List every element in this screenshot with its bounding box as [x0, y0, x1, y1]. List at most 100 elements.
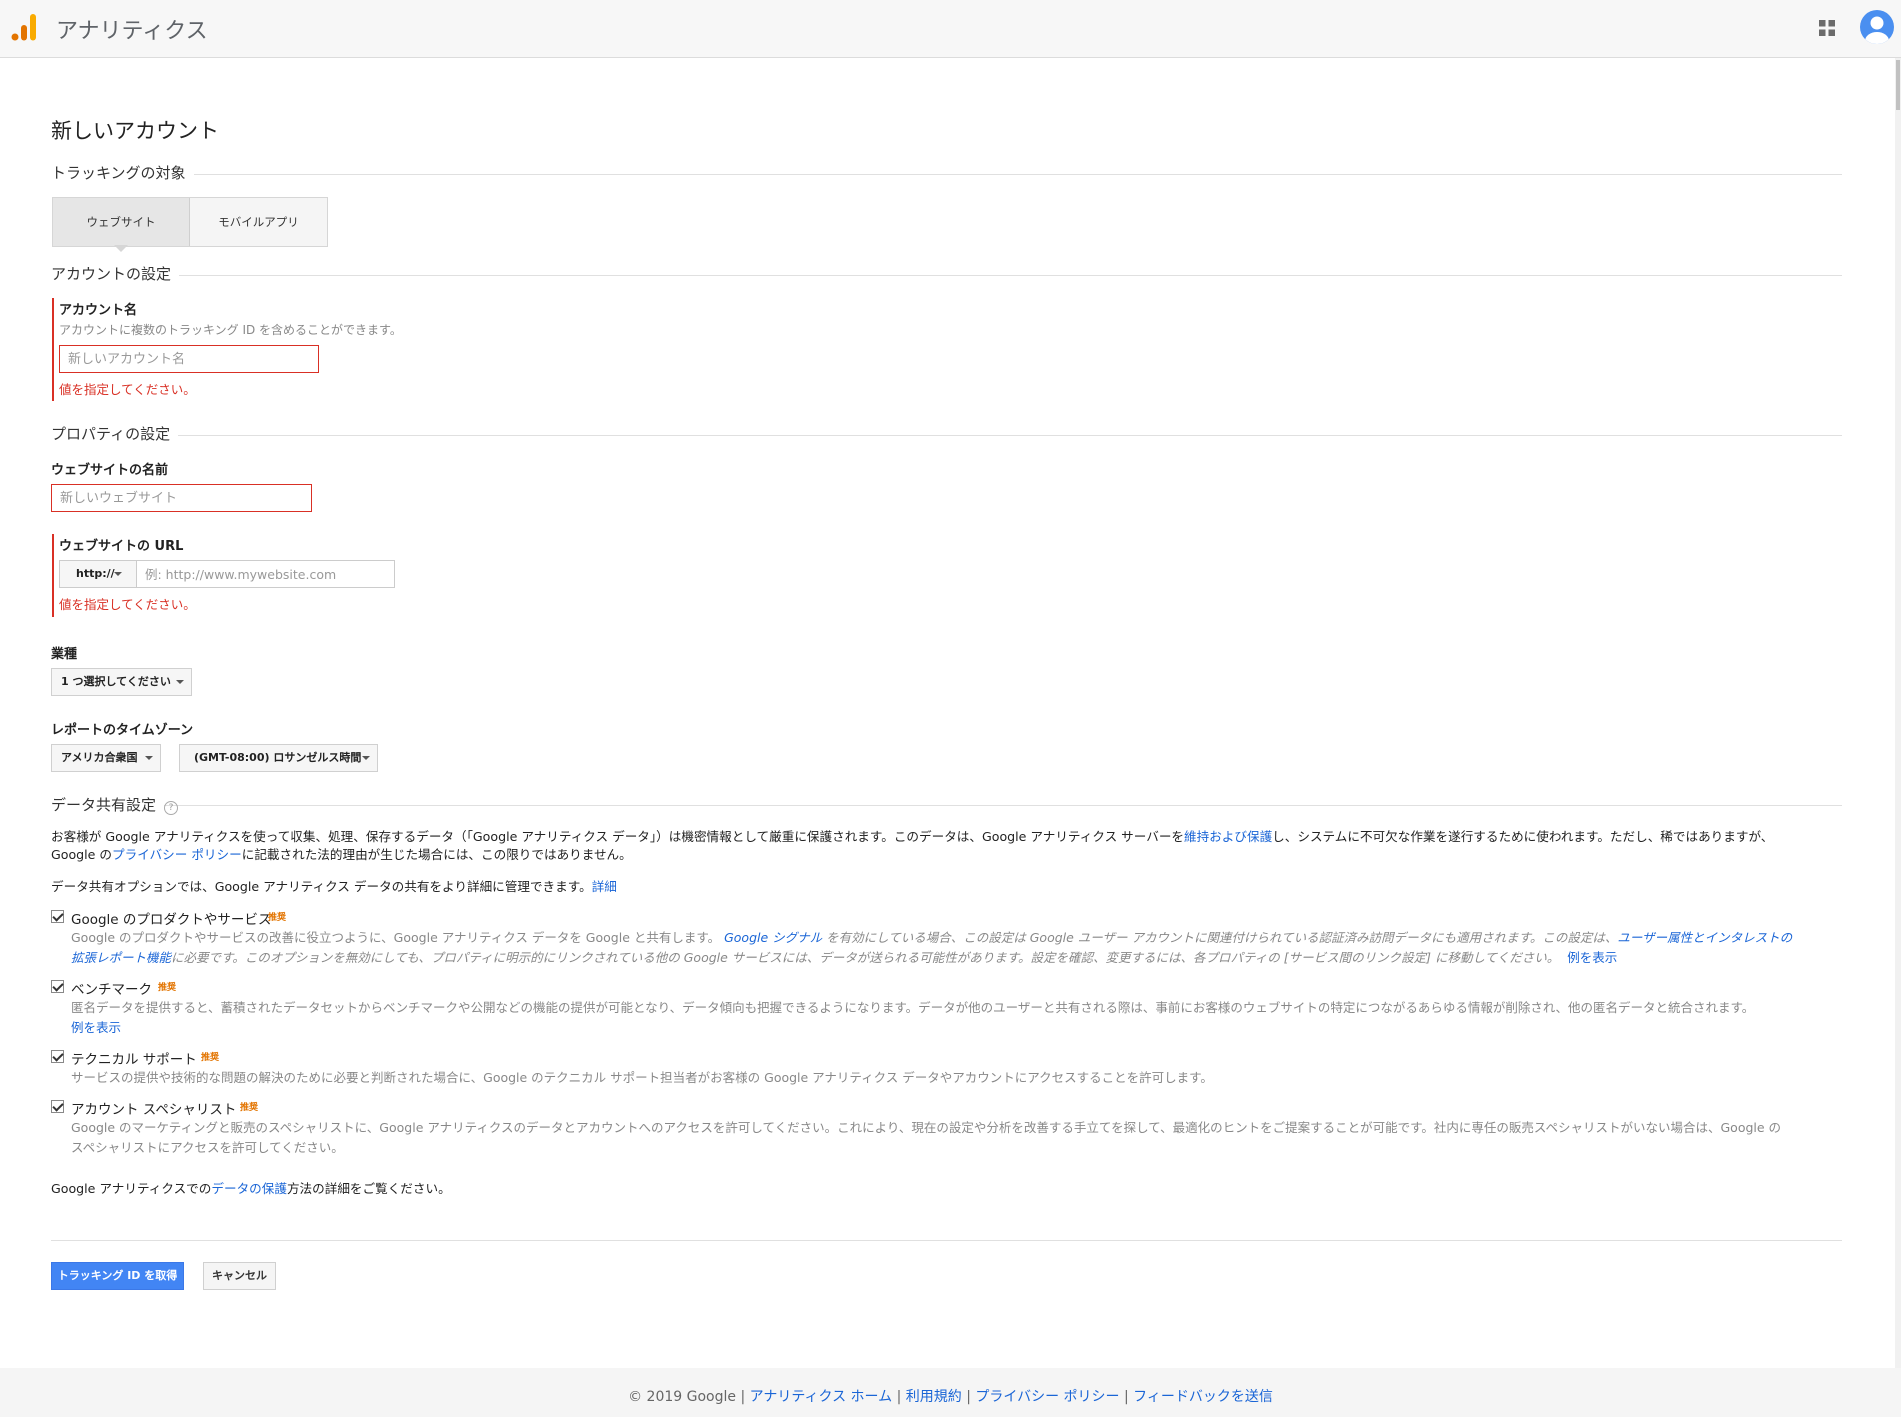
account-name-label: アカウント名	[59, 303, 138, 318]
footer-link-feedback[interactable]: フィードバックを送信	[1133, 1389, 1273, 1405]
chevron-down-icon	[176, 680, 184, 684]
option-desc: Google のマーケティングと販売のスペシャリストに、Google アナリティ…	[71, 1120, 1782, 1135]
show-example-link[interactable]: 例を表示	[71, 1020, 121, 1035]
option-desc: を有効にしている場合、この設定は Google ユーザー アカウントに関連付けら…	[826, 930, 1618, 945]
account-specialist-description: Google のマーケティングと販売のスペシャリストに、Google アナリティ…	[71, 1118, 1846, 1158]
google-signals-link[interactable]: Google シグナル	[724, 930, 822, 945]
url-protocol-value: http://	[76, 567, 115, 580]
get-tracking-id-button[interactable]: トラッキング ID を取得	[51, 1262, 184, 1290]
error-indicator-bar	[52, 534, 54, 617]
account-name-error: 値を指定してください。	[59, 382, 196, 397]
industry-value: 1 つ選択してください	[61, 675, 171, 688]
industry-label: 業種	[51, 647, 78, 662]
intro-text: に記載された法的理由が生じた場合には、この限りではありません。	[241, 847, 632, 862]
app-title: アナリティクス	[56, 19, 208, 44]
page-scrollbar[interactable]	[1895, 58, 1901, 1368]
error-indicator-bar	[52, 298, 54, 401]
data-protection-note: Google アナリティクスでのデータの保護方法の詳細をご覧ください。	[51, 1180, 1851, 1198]
country-value: アメリカ合衆国	[61, 751, 138, 764]
google-products-description: Google のプロダクトやサービスの改善に役立つように、Google アナリテ…	[71, 928, 1846, 968]
timezone-dropdown[interactable]: (GMT-08:00) ロサンゼルス時間	[179, 744, 378, 772]
section-divider	[51, 805, 1842, 806]
footer-link-terms[interactable]: 利用規約	[906, 1389, 962, 1405]
option-desc: 匿名データを提供すると、蓄積されたデータセットからベンチマークや公開などの機能の…	[71, 1000, 1755, 1015]
technical-support-checkbox[interactable]	[51, 1050, 64, 1063]
note-text: 方法の詳細をご覧ください。	[286, 1181, 451, 1196]
sharing-options-text: データ共有オプションでは、Google アナリティクス データの共有をより詳細に…	[51, 878, 1851, 896]
account-specialist-title: アカウント スペシャリスト	[71, 1102, 237, 1118]
page-title: 新しいアカウント	[51, 119, 219, 143]
benchmark-checkbox[interactable]	[51, 980, 64, 993]
details-link[interactable]: 詳細	[592, 879, 617, 894]
options-text: データ共有オプションでは、Google アナリティクス データの共有をより詳細に…	[51, 879, 592, 894]
cancel-button[interactable]: キャンセル	[203, 1262, 276, 1290]
footer-link-analytics-home[interactable]: アナリティクス ホーム	[750, 1389, 893, 1405]
analytics-logo-icon	[11, 14, 36, 41]
separator: |	[740, 1389, 750, 1405]
recommended-badge: 推奨	[201, 1053, 220, 1063]
technical-support-description: サービスの提供や技術的な問題の解決のために必要と判断された場合に、Google …	[71, 1070, 1213, 1085]
note-text: Google アナリティクスでの	[51, 1181, 212, 1196]
site-url-field: http://	[59, 560, 395, 588]
help-icon[interactable]: ?	[164, 801, 178, 815]
maintain-protect-link[interactable]: 維持および保護	[1184, 829, 1272, 844]
account-avatar-icon[interactable]	[1860, 10, 1894, 44]
timezone-label: レポートのタイムゾーン	[51, 723, 194, 738]
google-products-checkbox[interactable]	[51, 910, 64, 923]
site-name-label: ウェブサイトの名前	[51, 463, 169, 478]
scrollbar-thumb[interactable]	[1896, 60, 1900, 110]
site-url-error: 値を指定してください。	[59, 597, 196, 612]
chevron-down-icon	[145, 756, 153, 760]
data-sharing-heading: データ共有設定	[51, 794, 165, 815]
site-url-label: ウェブサイトの URL	[59, 539, 184, 554]
selected-tab-pointer	[114, 245, 128, 252]
data-protection-link[interactable]: データの保護	[211, 1181, 287, 1196]
benchmark-title: ベンチマーク	[71, 982, 152, 998]
intro-text: Google の	[51, 847, 113, 862]
option-desc: に必要です。このオプションを無効にしても、プロパティに明示的にリンクされている他…	[171, 950, 1560, 965]
account-name-hint: アカウントに複数のトラッキング ID を含めることができます。	[59, 323, 402, 337]
site-url-input[interactable]	[138, 561, 394, 587]
tracking-target-toggle: ウェブサイト モバイルアプリ	[52, 197, 328, 247]
recommended-badge: 推奨	[158, 983, 177, 993]
separator: |	[1124, 1389, 1134, 1405]
timezone-value: (GMT-08:00) ロサンゼルス時間	[194, 751, 362, 764]
intro-text: し、システムに不可欠な作業を遂行するために使われます。ただし、稀ではありますが、	[1272, 829, 1774, 844]
property-settings-heading: プロパティの設定	[51, 423, 179, 444]
privacy-policy-link[interactable]: プライバシー ポリシー	[112, 847, 242, 862]
site-name-input[interactable]	[51, 484, 312, 512]
option-desc: スペシャリストにアクセスを許可してください。	[71, 1140, 344, 1155]
footer-link-privacy[interactable]: プライバシー ポリシー	[975, 1389, 1119, 1405]
copyright-text: © 2019 Google	[628, 1389, 736, 1405]
grid-apps-icon[interactable]	[1818, 19, 1836, 37]
tracking-target-heading: トラッキングの対象	[51, 162, 194, 183]
intro-text: お客様が Google アナリティクスを使って収集、処理、保存するデータ（「Go…	[51, 829, 1185, 844]
separator: |	[896, 1389, 906, 1405]
data-protection-intro: お客様が Google アナリティクスを使って収集、処理、保存するデータ（「Go…	[51, 828, 1851, 864]
recommended-badge: 推奨	[268, 913, 287, 923]
technical-support-title: テクニカル サポート	[71, 1052, 197, 1068]
url-protocol-dropdown[interactable]: http://	[60, 561, 137, 587]
google-products-title: Google のプロダクトやサービス	[71, 912, 272, 928]
footer: © 2019 Google | アナリティクス ホーム | 利用規約 | プライ…	[0, 1368, 1901, 1417]
top-app-bar: アナリティクス	[0, 0, 1901, 58]
industry-dropdown[interactable]: 1 つ選択してください	[51, 668, 192, 696]
recommended-badge: 推奨	[240, 1103, 259, 1113]
demographics-link[interactable]: ユーザー属性とインタレストの	[1617, 930, 1792, 945]
section-divider	[51, 435, 1842, 436]
section-divider	[51, 1240, 1842, 1241]
show-example-link[interactable]: 例を表示	[1567, 950, 1617, 965]
option-desc: Google のプロダクトやサービスの改善に役立つように、Google アナリテ…	[71, 930, 721, 945]
account-specialist-checkbox[interactable]	[51, 1100, 64, 1113]
chevron-down-icon	[362, 756, 370, 760]
advanced-reports-link[interactable]: 拡張レポート機能	[71, 950, 171, 965]
account-name-input[interactable]	[59, 345, 319, 373]
section-divider	[51, 174, 1842, 175]
tab-website[interactable]: ウェブサイト	[53, 198, 190, 246]
tab-mobile-app[interactable]: モバイルアプリ	[190, 198, 327, 246]
account-settings-heading: アカウントの設定	[51, 263, 180, 284]
footer-links: © 2019 Google | アナリティクス ホーム | 利用規約 | プライ…	[0, 1386, 1901, 1406]
benchmark-description: 匿名データを提供すると、蓄積されたデータセットからベンチマークや公開などの機能の…	[71, 998, 1846, 1038]
country-dropdown[interactable]: アメリカ合衆国	[51, 744, 161, 772]
section-divider	[51, 275, 1842, 276]
